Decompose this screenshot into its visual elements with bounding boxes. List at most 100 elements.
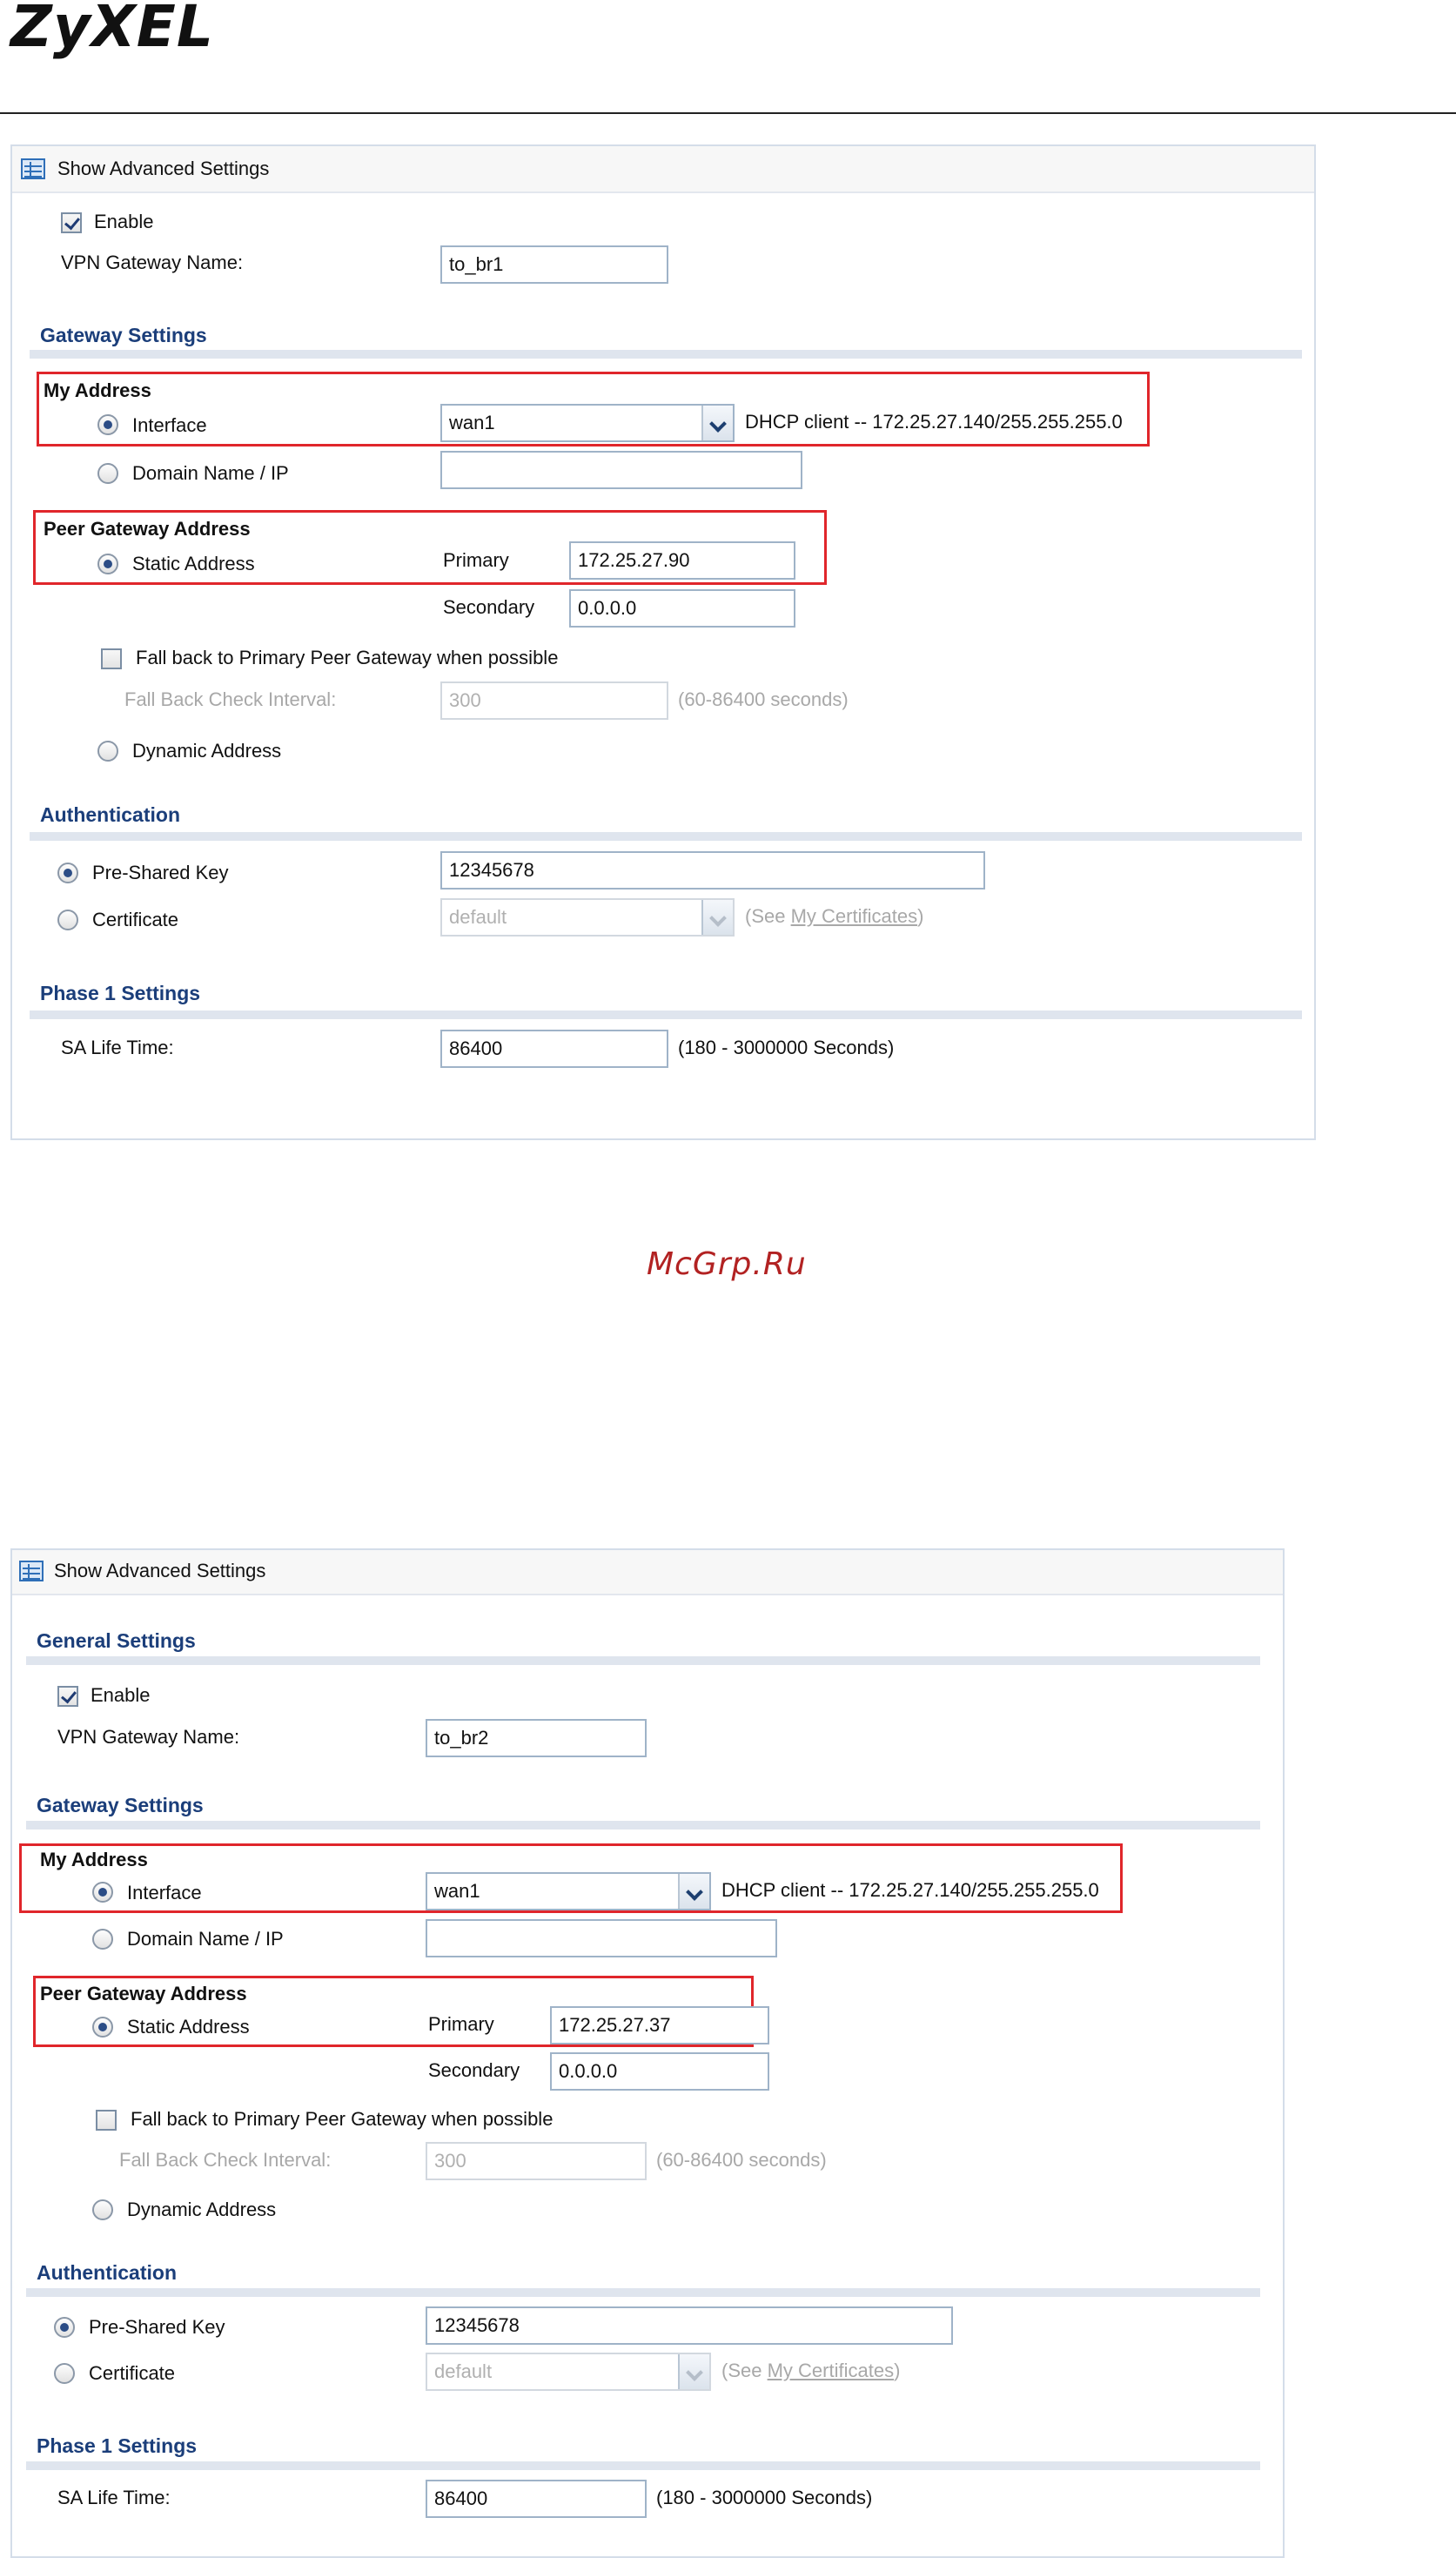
watermark: McGrp.Ru <box>647 1246 807 1282</box>
dynamic-address-label: Dynamic Address <box>132 740 282 762</box>
zyxel-logo: ZyXEL <box>10 0 214 60</box>
section-divider <box>30 832 1302 841</box>
my-certificates-link[interactable]: My Certificates <box>768 2360 894 2381</box>
interface-radio[interactable] <box>92 1882 113 1903</box>
certificate-hint: (See My Certificates) <box>721 2360 901 2381</box>
fallback-interval-hint: (60-86400 seconds) <box>656 2149 827 2171</box>
interface-radio[interactable] <box>97 414 118 435</box>
fallback-checkbox[interactable] <box>101 648 122 669</box>
fallback-label: Fall back to Primary Peer Gateway when p… <box>136 647 559 668</box>
peer-gateway-title: Peer Gateway Address <box>44 518 251 540</box>
certificate-radio[interactable] <box>54 2363 75 2384</box>
enable-label: Enable <box>91 1684 151 1706</box>
certificate-label: Certificate <box>89 2362 176 2384</box>
fallback-interval-input[interactable]: 300 <box>426 2142 647 2180</box>
certificate-hint: (See My Certificates) <box>745 905 924 927</box>
interface-select[interactable]: wan1 <box>426 1872 711 1910</box>
fallback-interval-label: Fall Back Check Interval: <box>119 2149 332 2171</box>
certificate-select-value: default <box>434 2360 493 2382</box>
section-divider <box>26 1821 1260 1830</box>
secondary-label: Secondary <box>443 596 535 618</box>
fallback-checkbox[interactable] <box>96 2110 117 2131</box>
interface-select[interactable]: wan1 <box>440 404 735 442</box>
psk-label: Pre-Shared Key <box>89 2316 225 2338</box>
interface-info: DHCP client -- 172.25.27.140/255.255.255… <box>745 411 1123 433</box>
section-divider <box>26 2288 1260 2297</box>
sa-lifetime-label: SA Life Time: <box>61 1037 174 1058</box>
psk-radio[interactable] <box>57 863 78 883</box>
sa-lifetime-input[interactable]: 86400 <box>440 1030 668 1068</box>
psk-radio[interactable] <box>54 2317 75 2338</box>
enable-checkbox[interactable] <box>57 1686 78 1707</box>
vpn-gateway-name-label: VPN Gateway Name: <box>57 1726 240 1748</box>
dynamic-address-radio[interactable] <box>97 741 118 762</box>
gateway-settings-title: Gateway Settings <box>40 324 207 346</box>
table-icon <box>19 1561 44 1581</box>
section-divider <box>26 1656 1260 1665</box>
fallback-interval-label: Fall Back Check Interval: <box>124 688 337 710</box>
vpn-gateway-name-label: VPN Gateway Name: <box>61 252 244 273</box>
interface-label: Interface <box>127 1882 202 1903</box>
phase1-settings-title: Phase 1 Settings <box>37 2434 198 2457</box>
show-advanced-settings-button[interactable]: Show Advanced Settings <box>57 158 269 180</box>
secondary-label: Secondary <box>428 2059 520 2081</box>
static-address-radio[interactable] <box>92 2017 113 2038</box>
psk-label: Pre-Shared Key <box>92 862 229 883</box>
enable-label: Enable <box>94 211 154 232</box>
secondary-input[interactable]: 0.0.0.0 <box>569 589 795 628</box>
header-divider <box>0 112 1456 114</box>
psk-input[interactable]: 12345678 <box>440 851 985 890</box>
enable-checkbox[interactable] <box>61 212 82 233</box>
phase1-settings-title: Phase 1 Settings <box>40 982 201 1004</box>
my-address-title: My Address <box>40 1849 148 1870</box>
domain-radio[interactable] <box>97 463 118 484</box>
dynamic-address-radio[interactable] <box>92 2199 113 2220</box>
interface-label: Interface <box>132 414 207 436</box>
primary-label: Primary <box>443 549 509 571</box>
domain-label: Domain Name / IP <box>132 462 289 484</box>
domain-label: Domain Name / IP <box>127 1928 284 1950</box>
section-divider <box>26 2461 1260 2470</box>
static-address-label: Static Address <box>127 2016 250 2038</box>
domain-radio[interactable] <box>92 1929 113 1950</box>
show-advanced-settings-button[interactable]: Show Advanced Settings <box>54 1560 265 1582</box>
vpn-gateway-name-input[interactable]: to_br2 <box>426 1719 647 1757</box>
primary-label: Primary <box>428 2013 494 2035</box>
my-certificates-link[interactable]: My Certificates <box>791 905 917 927</box>
static-address-label: Static Address <box>132 553 255 574</box>
authentication-title: Authentication <box>40 803 180 826</box>
vpn-gateway-name-input[interactable]: to_br1 <box>440 245 668 284</box>
certificate-select-value: default <box>449 906 507 928</box>
static-address-radio[interactable] <box>97 554 118 574</box>
chevron-down-icon[interactable] <box>678 1874 709 1909</box>
my-address-title: My Address <box>44 379 151 401</box>
section-divider <box>30 350 1302 359</box>
table-icon <box>21 158 45 179</box>
certificate-select[interactable]: default <box>440 898 735 937</box>
primary-input[interactable]: 172.25.27.90 <box>569 541 795 580</box>
interface-info: DHCP client -- 172.25.27.140/255.255.255… <box>721 1879 1099 1901</box>
domain-input[interactable] <box>440 451 802 489</box>
dynamic-address-label: Dynamic Address <box>127 2199 277 2220</box>
chevron-down-icon[interactable] <box>701 900 733 935</box>
primary-input[interactable]: 172.25.27.37 <box>550 2006 769 2044</box>
certificate-select[interactable]: default <box>426 2353 711 2391</box>
panel-frame <box>10 144 1316 1140</box>
sa-lifetime-hint: (180 - 3000000 Seconds) <box>656 2487 873 2508</box>
gateway-settings-title: Gateway Settings <box>37 1794 204 1816</box>
fallback-interval-input[interactable]: 300 <box>440 681 668 720</box>
sa-lifetime-hint: (180 - 3000000 Seconds) <box>678 1037 895 1058</box>
chevron-down-icon[interactable] <box>701 406 733 440</box>
interface-select-value: wan1 <box>434 1880 480 1902</box>
certificate-label: Certificate <box>92 909 179 930</box>
secondary-input[interactable]: 0.0.0.0 <box>550 2052 769 2091</box>
section-divider <box>30 1010 1302 1019</box>
certificate-radio[interactable] <box>57 910 78 930</box>
domain-input[interactable] <box>426 1919 777 1957</box>
interface-select-value: wan1 <box>449 412 495 433</box>
psk-input[interactable]: 12345678 <box>426 2306 953 2345</box>
peer-gateway-title: Peer Gateway Address <box>40 1983 247 2004</box>
sa-lifetime-input[interactable]: 86400 <box>426 2480 647 2518</box>
chevron-down-icon[interactable] <box>678 2354 709 2389</box>
sa-lifetime-label: SA Life Time: <box>57 2487 171 2508</box>
